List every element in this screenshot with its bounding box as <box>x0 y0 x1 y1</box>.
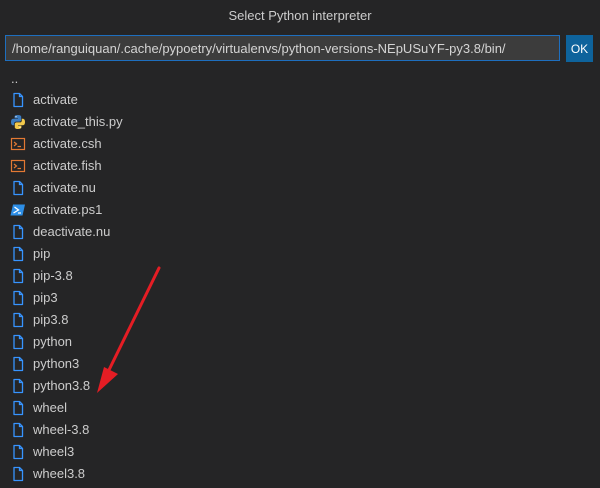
file-list-item[interactable]: wheel <box>0 397 600 419</box>
file-icon <box>10 356 26 372</box>
path-input-row: OK <box>5 35 595 63</box>
file-name: wheel3 <box>33 444 75 459</box>
file-icon <box>10 312 26 328</box>
powershell-icon <box>10 202 26 218</box>
file-list-item[interactable]: pip-3.8 <box>0 265 600 287</box>
file-name: activate.ps1 <box>33 202 103 217</box>
terminal-icon <box>10 136 26 152</box>
file-list-item[interactable]: pip3 <box>0 287 600 309</box>
python-icon <box>10 114 26 130</box>
terminal-icon <box>10 158 26 174</box>
file-name: wheel <box>33 400 67 415</box>
file-name: activate.csh <box>33 136 102 151</box>
file-icon <box>10 466 26 482</box>
file-name: pip3 <box>33 290 58 305</box>
file-list-item[interactable]: python <box>0 331 600 353</box>
file-icon <box>10 378 26 394</box>
file-list-item[interactable]: activate.ps1 <box>0 199 600 221</box>
file-icon <box>10 422 26 438</box>
file-list-item[interactable]: deactivate.nu <box>0 221 600 243</box>
file-list-item[interactable]: activate.nu <box>0 177 600 199</box>
file-name: pip3.8 <box>33 312 69 327</box>
parent-directory-item[interactable]: .. <box>0 67 600 89</box>
file-name: activate.fish <box>33 158 102 173</box>
file-icon <box>10 400 26 416</box>
file-name: deactivate.nu <box>33 224 111 239</box>
file-icon <box>10 180 26 196</box>
file-icon <box>10 334 26 350</box>
file-name: python3.8 <box>33 378 91 393</box>
file-icon <box>10 92 26 108</box>
file-icon <box>10 224 26 240</box>
path-input[interactable] <box>5 35 560 61</box>
file-name: activate <box>33 92 78 107</box>
file-name: python <box>33 334 73 349</box>
file-list: .. activate activate_this.py activate.csh a… <box>0 67 600 485</box>
file-name: pip-3.8 <box>33 268 73 283</box>
file-icon <box>10 268 26 284</box>
file-icon <box>10 290 26 306</box>
file-list-item[interactable]: wheel3 <box>0 441 600 463</box>
ok-button[interactable]: OK <box>566 35 593 62</box>
file-list-item[interactable]: wheel-3.8 <box>0 419 600 441</box>
file-list-item[interactable]: activate.fish <box>0 155 600 177</box>
file-list-item[interactable]: activate.csh <box>0 133 600 155</box>
file-name: activate_this.py <box>33 114 123 129</box>
file-icon <box>10 246 26 262</box>
file-list-item[interactable]: python3 <box>0 353 600 375</box>
file-name: wheel3.8 <box>33 466 86 481</box>
file-list-item[interactable]: activate_this.py <box>0 111 600 133</box>
file-name: wheel-3.8 <box>33 422 90 437</box>
file-name: python3 <box>33 356 80 371</box>
file-list-item[interactable]: python3.8 <box>0 375 600 397</box>
file-icon <box>10 444 26 460</box>
file-list-item[interactable]: wheel3.8 <box>0 463 600 485</box>
file-name: pip <box>33 246 51 261</box>
file-list-item[interactable]: pip <box>0 243 600 265</box>
dialog-title: Select Python interpreter <box>228 8 372 23</box>
file-list-item[interactable]: activate <box>0 89 600 111</box>
file-list-item[interactable]: pip3.8 <box>0 309 600 331</box>
file-name: activate.nu <box>33 180 96 195</box>
